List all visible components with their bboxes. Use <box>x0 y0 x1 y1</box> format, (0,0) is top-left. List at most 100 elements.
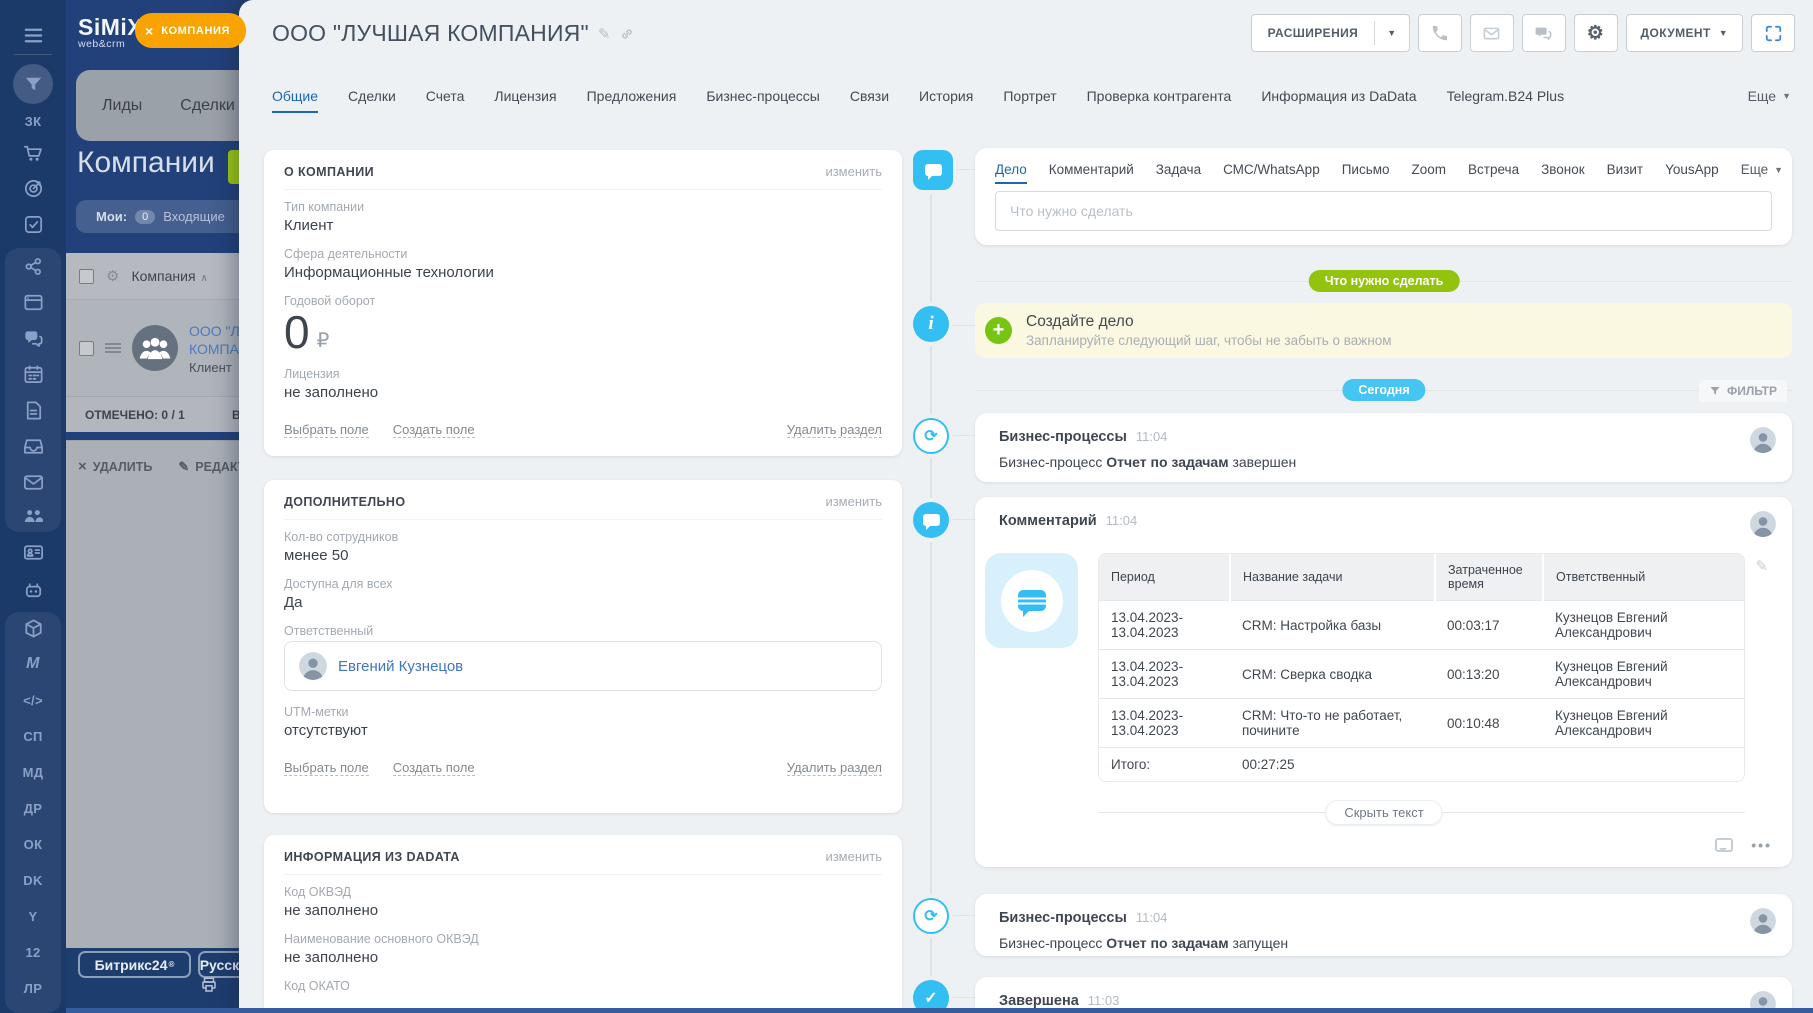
rail-item-y[interactable]: Y <box>0 902 66 930</box>
detail-tab-2[interactable]: Счета <box>426 88 465 104</box>
detail-tab-3[interactable]: Лицензия <box>494 88 556 104</box>
rail-item-shop-icon[interactable] <box>0 139 66 167</box>
nav-item-leads[interactable]: Лиды <box>102 97 142 115</box>
rail-item-docs-icon[interactable] <box>0 396 66 424</box>
timeline-tab-4[interactable]: Письмо <box>1342 162 1390 177</box>
rail-item-calendar-icon[interactable] <box>0 360 66 388</box>
detail-tab-1[interactable]: Сделки <box>348 88 396 104</box>
card-edit-link[interactable]: изменить <box>825 849 882 864</box>
rail-item-contacts-icon[interactable] <box>0 538 66 566</box>
rail-item-apps-icon[interactable] <box>0 614 66 642</box>
delete-action[interactable]: ×УДАЛИТЬ <box>78 458 152 475</box>
printer-icon[interactable] <box>200 976 218 999</box>
remove-section-link[interactable]: Удалить раздел <box>787 760 882 776</box>
fullscreen-button[interactable] <box>1751 14 1795 52</box>
document-button[interactable]: ДОКУМЕНТ▼ <box>1626 14 1743 52</box>
create-field-link[interactable]: Создать поле <box>393 760 475 776</box>
pick-field-link[interactable]: Выбрать поле <box>284 760 369 776</box>
todo-pill[interactable]: Что нужно сделать <box>1309 270 1460 292</box>
rail-item-market[interactable]: M <box>0 650 66 678</box>
rail-item-dev[interactable]: </> <box>0 686 66 714</box>
email-button[interactable] <box>1470 14 1514 52</box>
timeline-tab-1[interactable]: Комментарий <box>1049 162 1134 177</box>
timeline-tab-3[interactable]: СМС/WhatsApp <box>1223 162 1320 177</box>
language-button[interactable]: Русский <box>198 951 240 978</box>
rail-item-ok[interactable]: ОК <box>0 830 66 858</box>
list-filter-bar[interactable]: Мои: 0 Входящие <box>76 200 240 233</box>
bitrix24-brand-button[interactable]: Битрикс24® <box>78 951 191 978</box>
card-edit-link[interactable]: изменить <box>825 494 882 509</box>
rail-item-md[interactable]: МД <box>0 758 66 786</box>
rail-item-bots-icon[interactable] <box>0 576 66 604</box>
todo-input[interactable] <box>995 191 1772 231</box>
nav-item-deals[interactable]: Сделки <box>180 97 235 115</box>
rail-item-filter-icon[interactable] <box>0 64 66 104</box>
timeline-tab-0[interactable]: Дело <box>995 162 1027 177</box>
timeline-tab-2[interactable]: Задача <box>1156 162 1201 177</box>
today-pill[interactable]: Сегодня <box>1342 379 1425 401</box>
timeline-tab-more[interactable]: Еще▼ <box>1741 162 1783 177</box>
responsible-person[interactable]: Евгений Кузнецов <box>284 641 882 691</box>
company-link-line2[interactable]: КОМПАНИЯ" <box>189 340 240 358</box>
row-checkbox[interactable] <box>79 341 94 356</box>
detail-tab-0[interactable]: Общие <box>272 88 318 104</box>
detail-tab-4[interactable]: Предложения <box>587 88 677 104</box>
entity-chip-company[interactable]: × КОМПАНИЯ <box>135 13 246 48</box>
detail-tab-10[interactable]: Информация из DaData <box>1261 88 1416 104</box>
timeline-tab-5[interactable]: Zoom <box>1412 162 1447 177</box>
rail-item-employees-icon[interactable] <box>0 501 66 529</box>
detail-tab-8[interactable]: Портрет <box>1003 88 1056 104</box>
detail-tab-9[interactable]: Проверка контрагента <box>1087 88 1232 104</box>
detail-tab-11[interactable]: Telegram.B24 Plus <box>1447 88 1565 104</box>
list-settings-gear-icon[interactable]: ⚙ <box>106 267 119 285</box>
timeline-filter-button[interactable]: ФИЛЬТР <box>1699 380 1787 402</box>
select-all-checkbox[interactable] <box>79 269 94 284</box>
hide-text-button[interactable]: Скрыть текст <box>1325 800 1442 825</box>
create-field-link[interactable]: Создать поле <box>393 422 475 438</box>
simix-logo[interactable]: SiMiX web&crm <box>78 14 143 50</box>
rail-item-dk[interactable]: DK <box>0 866 66 894</box>
timeline-tab-7[interactable]: Звонок <box>1541 162 1585 177</box>
detail-tab-7[interactable]: История <box>919 88 973 104</box>
edit-title-pencil-icon[interactable]: ✎ <box>598 25 611 43</box>
row-drag-handle-icon[interactable] <box>105 343 121 353</box>
edit-comment-pencil-icon[interactable]: ✎ <box>1755 557 1768 575</box>
timeline-entry-process-finished[interactable]: Бизнес-процессы 11:04 Бизнес-процесс Отч… <box>975 413 1792 482</box>
copy-link-icon[interactable] <box>619 26 635 42</box>
timeline-tab-6[interactable]: Встреча <box>1468 162 1519 177</box>
settings-button[interactable]: ⚙ <box>1574 14 1618 52</box>
timeline-entry-process-started[interactable]: Бизнес-процессы 11:04 Бизнес-процесс Отч… <box>975 894 1792 956</box>
detail-tab-more[interactable]: Еще▼ <box>1748 88 1791 104</box>
timeline-entry-comment[interactable]: Комментарий 11:04 ✎ ПериодНазвание задач… <box>975 497 1792 867</box>
rail-item-dr[interactable]: ДР <box>0 794 66 822</box>
add-activity-plus-icon[interactable]: + <box>985 317 1012 344</box>
rail-item-marketing-icon[interactable] <box>0 174 66 202</box>
chip-close-icon[interactable]: × <box>145 23 153 39</box>
person-name-link[interactable]: Евгений Кузнецов <box>338 658 463 675</box>
more-actions-icon[interactable]: ••• <box>1751 837 1772 853</box>
rail-item-mail-icon[interactable] <box>0 468 66 496</box>
column-header-company[interactable]: Компания∧ <box>131 268 207 284</box>
edit-action[interactable]: ✎РЕДАКТИРОВАТЬ <box>178 459 240 475</box>
rail-item-3k[interactable]: ЗК <box>0 107 66 135</box>
timeline-tab-9[interactable]: YousApp <box>1665 162 1719 177</box>
chat-button[interactable] <box>1522 14 1566 52</box>
rail-item-storage-icon[interactable] <box>0 432 66 460</box>
rail-item-12[interactable]: 12 <box>0 938 66 966</box>
comment-reply-icon[interactable] <box>1715 838 1733 852</box>
extensions-dropdown-icon[interactable]: ▼ <box>1375 28 1408 38</box>
timeline-tab-8[interactable]: Визит <box>1607 162 1643 177</box>
company-list-row[interactable]: ООО "ЛУЧШАЯ КОМПАНИЯ" Клиент <box>66 300 240 396</box>
rail-item-sp[interactable]: СП <box>0 722 66 750</box>
rail-item-lr[interactable]: ЛР <box>0 974 66 1002</box>
rail-item-sites-icon[interactable] <box>0 288 66 316</box>
rail-item-network-icon[interactable] <box>0 252 66 280</box>
detail-tab-5[interactable]: Бизнес-процессы <box>706 88 819 104</box>
rail-item-menu-icon[interactable] <box>0 21 66 49</box>
rail-item-tasks-icon[interactable] <box>0 210 66 238</box>
call-button[interactable] <box>1418 14 1462 52</box>
remove-section-link[interactable]: Удалить раздел <box>787 422 882 438</box>
extensions-button[interactable]: РАСШИРЕНИЯ ▼ <box>1251 14 1410 52</box>
pick-field-link[interactable]: Выбрать поле <box>284 422 369 438</box>
card-edit-link[interactable]: изменить <box>825 164 882 179</box>
